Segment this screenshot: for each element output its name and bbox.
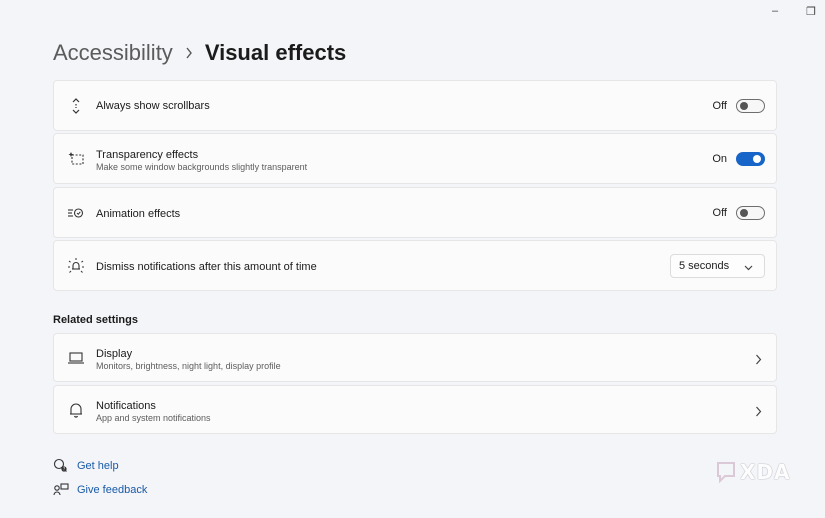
toggle-knob [740, 209, 748, 217]
setting-always-show-scrollbars: Always show scrollbars Off [53, 80, 777, 131]
setting-title: Transparency effects [96, 149, 199, 161]
give-feedback-link[interactable]: Give feedback [53, 482, 147, 498]
dismiss-duration-dropdown[interactable]: 5 seconds [670, 254, 765, 278]
xda-watermark-text: XDA [740, 460, 791, 484]
toggle-knob [753, 155, 761, 163]
transparency-icon [67, 150, 85, 168]
scrollbar-arrows-icon [67, 97, 85, 115]
related-item-subtitle: App and system notifications [96, 413, 211, 423]
related-item-title: Notifications [96, 400, 156, 412]
get-help-link[interactable]: ? Get help [53, 458, 119, 474]
setting-title: Dismiss notifications after this amount … [96, 261, 317, 273]
setting-subtitle: Make some window backgrounds slightly tr… [96, 162, 308, 172]
page-title: Visual effects [204, 40, 347, 65]
breadcrumb: Accessibility Visual effects [53, 40, 346, 66]
animation-icon [67, 204, 85, 222]
svg-text:?: ? [63, 467, 65, 472]
toggle-knob [740, 102, 748, 110]
help-chat-icon: ? [53, 458, 69, 474]
related-settings-heading: Related settings [53, 314, 138, 326]
related-item-display[interactable]: Display Monitors, brightness, night ligh… [53, 333, 777, 382]
scrollbars-toggle[interactable] [736, 99, 765, 113]
bell-icon [67, 401, 85, 419]
restore-button[interactable]: ❐ [803, 4, 819, 18]
setting-title: Animation effects [96, 208, 181, 220]
xda-watermark: XDA [716, 460, 791, 484]
setting-dismiss-notifications: Dismiss notifications after this amount … [53, 240, 777, 291]
setting-title: Always show scrollbars [96, 100, 210, 112]
related-item-notifications[interactable]: Notifications App and system notificatio… [53, 385, 777, 434]
chevron-right-icon [755, 404, 762, 422]
setting-animation-effects: Animation effects Off [53, 187, 777, 238]
related-item-subtitle: Monitors, brightness, night light, displ… [96, 361, 281, 371]
toggle-state-label: On [712, 153, 727, 165]
setting-transparency-effects: Transparency effects Make some window ba… [53, 133, 777, 184]
toggle-state-label: Off [712, 207, 727, 219]
get-help-label: Get help [77, 460, 119, 472]
minimize-button[interactable]: – [767, 4, 783, 18]
related-item-title: Display [96, 348, 133, 360]
chevron-right-icon [185, 47, 193, 59]
transparency-toggle[interactable] [736, 152, 765, 166]
notification-timer-icon [67, 257, 85, 275]
give-feedback-label: Give feedback [77, 484, 148, 496]
chevron-down-icon [744, 262, 753, 274]
animation-toggle[interactable] [736, 206, 765, 220]
window-controls: – ❐ [767, 4, 819, 18]
xda-logo-icon [717, 462, 735, 483]
breadcrumb-parent-link[interactable]: Accessibility [53, 40, 173, 66]
toggle-state-label: Off [712, 100, 727, 112]
dropdown-value: 5 seconds [679, 260, 730, 272]
laptop-icon [67, 349, 85, 367]
feedback-icon [53, 482, 69, 498]
chevron-right-icon [755, 352, 762, 370]
